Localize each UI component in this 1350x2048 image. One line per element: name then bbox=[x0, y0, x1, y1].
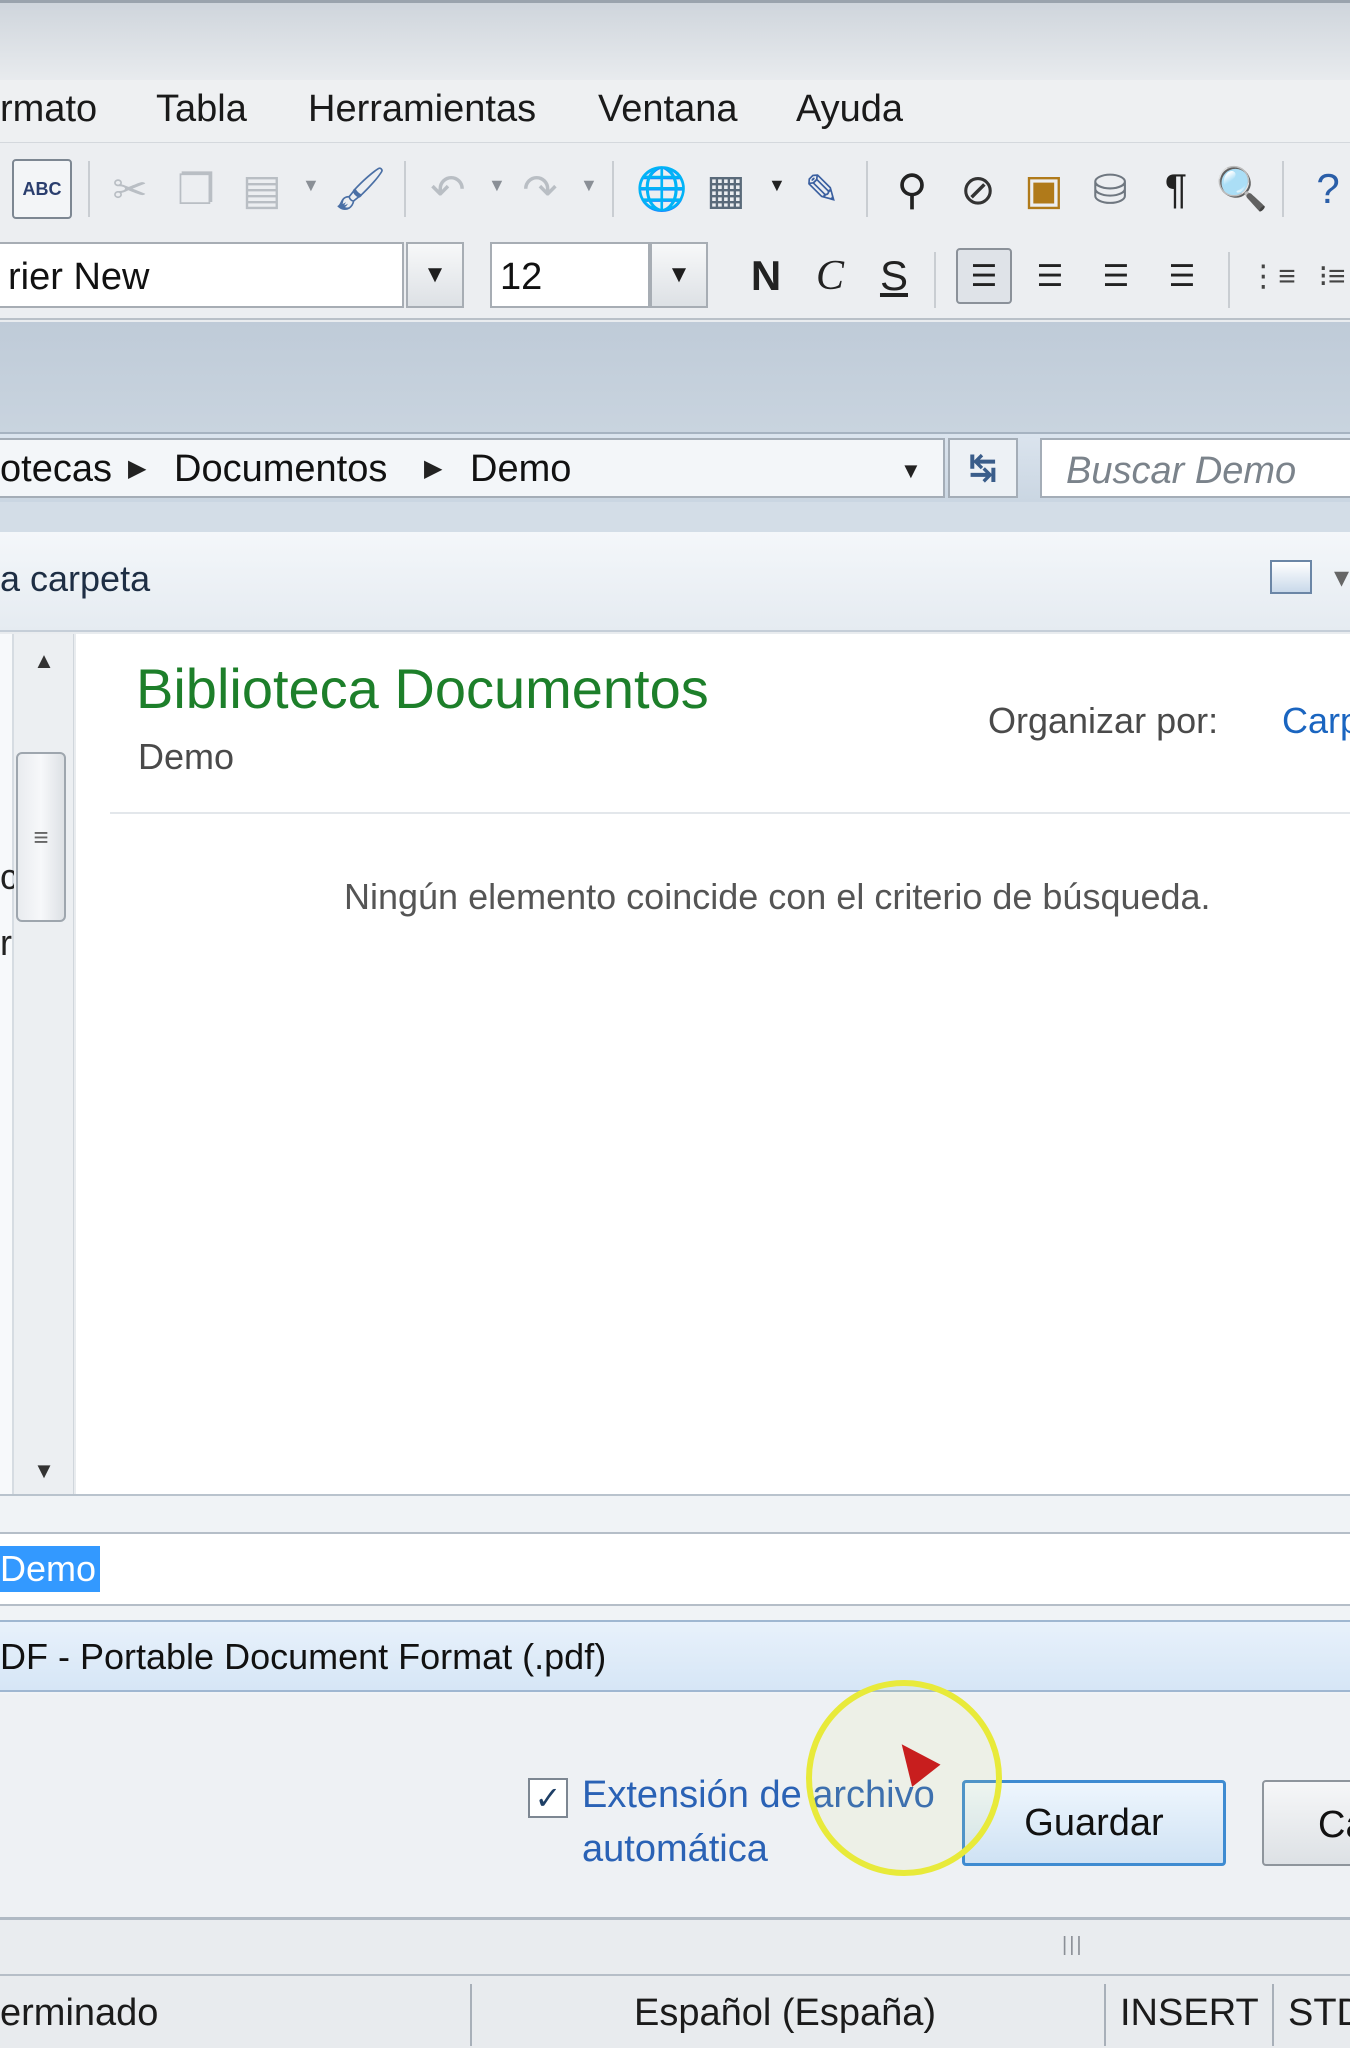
new-folder-button[interactable]: a carpeta bbox=[0, 558, 150, 600]
hyperlink-icon[interactable]: 🌐 bbox=[632, 159, 692, 219]
zoom-icon[interactable]: 🔍 bbox=[1212, 159, 1272, 219]
justify-icon[interactable]: ☰ bbox=[1154, 248, 1210, 304]
status-bar: erminado Español (España) INSERT STD bbox=[0, 1974, 1350, 2048]
bullets-icon[interactable]: ⁝≡ bbox=[1304, 248, 1350, 304]
align-right-icon[interactable]: ☰ bbox=[1088, 248, 1144, 304]
toolbar-separator bbox=[612, 161, 614, 217]
view-dropdown-icon[interactable]: ▾ bbox=[1334, 560, 1349, 595]
help-icon[interactable]: ? bbox=[1298, 159, 1350, 219]
align-left-icon[interactable]: ☰ bbox=[956, 248, 1012, 304]
file-list-pane[interactable] bbox=[76, 634, 1350, 1494]
standard-toolbar: ABC ✂ ❐ ▤ ▼ 🖌 ↶ ▼ ↷ ▼ 🌐 ▦ ▼ ✎ ⚲ ⊘ ▣ ⛁ ¶ … bbox=[0, 142, 1350, 234]
arrange-by-label: Organizar por: bbox=[988, 700, 1219, 741]
spellcheck-icon[interactable]: ABC bbox=[12, 159, 72, 219]
window-title-bar bbox=[0, 0, 1350, 80]
menu-tabla[interactable]: Tabla bbox=[156, 88, 247, 131]
dialog-divider bbox=[0, 502, 1350, 532]
toolbar-separator bbox=[88, 161, 90, 217]
data-sources-icon[interactable]: ⛁ bbox=[1080, 159, 1140, 219]
navigation-pane[interactable]: c r bbox=[0, 634, 18, 1494]
refresh-icon[interactable]: ↹ bbox=[948, 438, 1018, 498]
navigation-item[interactable]: r bbox=[0, 922, 12, 964]
status-separator bbox=[470, 1984, 472, 2046]
cut-icon[interactable]: ✂ bbox=[100, 159, 160, 219]
italic-button[interactable]: C bbox=[802, 248, 858, 304]
save-button[interactable]: Guardar bbox=[962, 1780, 1226, 1866]
menu-ayuda[interactable]: Ayuda bbox=[796, 88, 903, 131]
paste-icon[interactable]: ▤ bbox=[232, 159, 292, 219]
clone-formatting-icon[interactable]: 🖌 bbox=[330, 159, 390, 219]
navigator-icon[interactable]: ⊘ bbox=[948, 159, 1008, 219]
find-replace-icon[interactable]: ⚲ bbox=[882, 159, 942, 219]
menu-bar: rmato Tabla Herramientas Ventana Ayuda bbox=[0, 80, 1350, 142]
cancel-button[interactable]: Ca bbox=[1262, 1780, 1350, 1866]
status-separator bbox=[1272, 1984, 1274, 2046]
status-selection-mode[interactable]: STD bbox=[1288, 1992, 1350, 2035]
status-insert-mode[interactable]: INSERT bbox=[1120, 1992, 1259, 2035]
font-size-dropdown-icon[interactable]: ▼ bbox=[650, 242, 708, 308]
align-center-icon[interactable]: ☰ bbox=[1022, 248, 1078, 304]
undo-dropdown-icon[interactable]: ▼ bbox=[488, 175, 506, 196]
scroll-up-icon[interactable]: ▲ bbox=[14, 648, 74, 674]
redo-icon[interactable]: ↷ bbox=[510, 159, 570, 219]
numbering-icon[interactable]: ⋮≡ bbox=[1244, 248, 1300, 304]
file-name-selected-text[interactable]: Demo bbox=[0, 1546, 101, 1592]
command-bar bbox=[0, 532, 1350, 632]
paste-dropdown-icon[interactable]: ▼ bbox=[302, 175, 320, 196]
arrange-by-link[interactable]: Carp bbox=[1282, 700, 1350, 742]
view-options-icon[interactable] bbox=[1270, 560, 1312, 594]
status-state: erminado bbox=[0, 1992, 159, 2034]
menu-formato[interactable]: rmato bbox=[0, 88, 97, 131]
menu-herramientas[interactable]: Herramientas bbox=[308, 88, 536, 131]
breadcrumb[interactable]: otecas ▶ Documentos ▶ Demo ▼ bbox=[0, 438, 945, 498]
auto-extension-checkbox[interactable]: ✓ bbox=[528, 1778, 568, 1818]
toolbar-separator bbox=[404, 161, 406, 217]
formatting-toolbar: rier New ▼ 12 ▼ N C S ☰ ☰ ☰ ☰ ⋮≡ ⁝≡ bbox=[0, 234, 1350, 320]
file-type-select[interactable]: DF - Portable Document Format (.pdf) bbox=[0, 1620, 1350, 1692]
underline-button[interactable]: S bbox=[866, 248, 922, 304]
toolbar-separator bbox=[1282, 161, 1284, 217]
copy-icon[interactable]: ❐ bbox=[166, 159, 226, 219]
resize-grip-icon[interactable]: ||| bbox=[1062, 1934, 1084, 1957]
scroll-down-icon[interactable]: ▼ bbox=[14, 1458, 74, 1484]
status-language[interactable]: Español (España) bbox=[634, 1992, 936, 2035]
font-size-combo[interactable]: 12 bbox=[490, 242, 650, 308]
status-separator bbox=[1104, 1984, 1106, 2046]
search-input[interactable]: Buscar Demo bbox=[1040, 438, 1350, 498]
address-dropdown-icon[interactable]: ▼ bbox=[900, 458, 922, 484]
scrollbar-thumb[interactable]: ≡ bbox=[16, 752, 66, 922]
font-name-combo[interactable]: rier New bbox=[0, 242, 404, 308]
table-icon[interactable]: ▦ bbox=[696, 159, 756, 219]
table-dropdown-icon[interactable]: ▼ bbox=[768, 175, 786, 196]
toolbar-separator bbox=[934, 252, 936, 308]
toolbar-separator bbox=[866, 161, 868, 217]
click-highlight-ring bbox=[806, 1680, 1002, 1876]
dialog-header bbox=[0, 322, 1350, 432]
draw-functions-icon[interactable]: ✎ bbox=[792, 159, 852, 219]
toolbar-separator bbox=[1228, 252, 1230, 308]
font-name-dropdown-icon[interactable]: ▼ bbox=[406, 242, 464, 308]
breadcrumb-arrow-icon[interactable]: ▶ bbox=[128, 454, 146, 483]
redo-dropdown-icon[interactable]: ▼ bbox=[580, 175, 598, 196]
library-subtitle: Demo bbox=[138, 736, 235, 777]
library-title: Biblioteca Documentos bbox=[136, 657, 709, 720]
gallery-icon[interactable]: ▣ bbox=[1014, 159, 1074, 219]
breadcrumb-demo[interactable]: Demo bbox=[470, 448, 571, 491]
empty-results-message: Ningún elemento coincide con el criterio… bbox=[344, 876, 1211, 917]
content-divider bbox=[110, 812, 1350, 814]
undo-icon[interactable]: ↶ bbox=[418, 159, 478, 219]
breadcrumb-arrow-icon[interactable]: ▶ bbox=[424, 454, 442, 483]
formatting-marks-icon[interactable]: ¶ bbox=[1146, 159, 1206, 219]
menu-ventana[interactable]: Ventana bbox=[598, 88, 737, 131]
bold-button[interactable]: N bbox=[738, 248, 794, 304]
breadcrumb-documentos[interactable]: Documentos bbox=[174, 448, 387, 491]
file-name-field[interactable] bbox=[0, 1532, 1350, 1606]
breadcrumb-libraries[interactable]: otecas bbox=[0, 448, 112, 491]
